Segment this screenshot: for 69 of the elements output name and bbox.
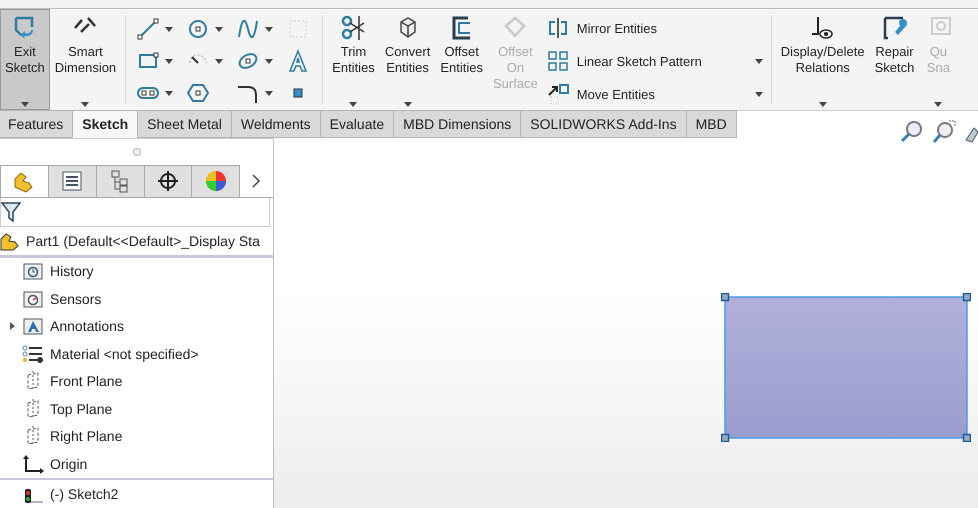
- part-name: Part1 (Default<<Default>_Display Sta: [26, 233, 260, 250]
- panel-tab[interactable]: [96, 165, 145, 197]
- color-ball-icon: [204, 169, 228, 194]
- caret-icon[interactable]: [818, 102, 827, 107]
- ribbon-tab[interactable]: Evaluate: [320, 110, 394, 138]
- mirror-icon: [546, 17, 569, 39]
- part-icon: [0, 231, 20, 252]
- panel-grip[interactable]: [132, 148, 140, 156]
- panel-tab[interactable]: [48, 165, 97, 197]
- tree-item[interactable]: Material <not specified>: [0, 340, 273, 368]
- zoom-area-icon[interactable]: [932, 120, 956, 144]
- caret-icon[interactable]: [754, 92, 763, 96]
- offset-button[interactable]: Offset Entities: [435, 9, 488, 110]
- ribbon-tab[interactable]: Sketch: [72, 110, 138, 138]
- tree-item[interactable]: History: [0, 258, 273, 286]
- sketch-rectangle[interactable]: [721, 293, 971, 442]
- caret-icon[interactable]: [81, 102, 90, 107]
- material-icon: [22, 344, 44, 364]
- ribbon-tab[interactable]: MBD Dimensions: [393, 110, 522, 138]
- caret-icon[interactable]: [754, 58, 763, 64]
- panel-tab[interactable]: [144, 165, 192, 197]
- tree-item[interactable]: Origin: [0, 450, 273, 478]
- chevron-right-icon[interactable]: [251, 174, 262, 188]
- caret-icon[interactable]: [20, 102, 29, 107]
- line-icon[interactable]: [136, 17, 160, 41]
- exit-sketch-button[interactable]: Exit Sketch: [0, 9, 50, 110]
- caret-icon[interactable]: [165, 26, 174, 32]
- repair-button[interactable]: Repair Sketch: [870, 9, 920, 110]
- convert-button[interactable]: Convert Entities: [380, 9, 436, 110]
- ribbon-list-item[interactable]: Mirror Entities: [546, 15, 763, 41]
- caret-icon[interactable]: [265, 26, 274, 32]
- filter-icon[interactable]: [1, 201, 21, 224]
- caret-icon[interactable]: [265, 58, 274, 64]
- relations-button[interactable]: Display/Delete Relations: [776, 9, 870, 110]
- tree-item[interactable]: Top Plane: [0, 395, 273, 423]
- caret-icon[interactable]: [215, 58, 224, 64]
- caret-icon[interactable]: [165, 58, 174, 64]
- trim-button[interactable]: Trim Entities: [327, 9, 380, 110]
- list-icon: [60, 169, 84, 194]
- history-folder-icon: [22, 261, 44, 282]
- tree-item[interactable]: Sensors: [0, 285, 273, 313]
- ribbon-list-item[interactable]: Move Entities: [546, 81, 763, 107]
- spline-icon[interactable]: [236, 17, 260, 41]
- ribbon-tab[interactable]: Features: [0, 110, 74, 138]
- crosshair-icon: [156, 169, 180, 194]
- caret-icon[interactable]: [404, 102, 412, 107]
- ribbon-tab[interactable]: Sheet Metal: [137, 110, 232, 138]
- ribbon-tab[interactable]: Weldments: [230, 110, 321, 138]
- ribbon-list-item[interactable]: Linear Sketch Pattern: [546, 48, 763, 74]
- pattern-icon: [546, 50, 569, 72]
- ribbon-tab[interactable]: MBD: [686, 110, 737, 138]
- tree-item[interactable]: Right Plane: [0, 422, 273, 450]
- tree-item[interactable]: Front Plane: [0, 368, 273, 396]
- tree-item[interactable]: Annotations: [0, 312, 273, 340]
- annotation-folder-icon: [22, 316, 44, 336]
- smart-dimension-button[interactable]: Smart Dimension: [50, 9, 122, 110]
- ribbon-tab[interactable]: SOLIDWORKS Add-Ins: [520, 110, 687, 138]
- tree-root[interactable]: Part1 (Default<<Default>_Display Sta: [0, 227, 273, 255]
- caret-icon[interactable]: [165, 90, 174, 96]
- caret-icon[interactable]: [349, 102, 358, 107]
- caret-icon[interactable]: [265, 90, 274, 96]
- caret-icon[interactable]: [215, 26, 224, 32]
- origin-icon: [22, 454, 44, 474]
- sensor-folder-icon: [22, 288, 44, 309]
- zoom-icon[interactable]: [900, 120, 924, 144]
- tree-item[interactable]: (-) Sketch2: [0, 480, 273, 508]
- expand-arrow-icon[interactable]: [8, 322, 16, 330]
- move-icon: [546, 83, 569, 105]
- polygon-icon[interactable]: [186, 81, 210, 105]
